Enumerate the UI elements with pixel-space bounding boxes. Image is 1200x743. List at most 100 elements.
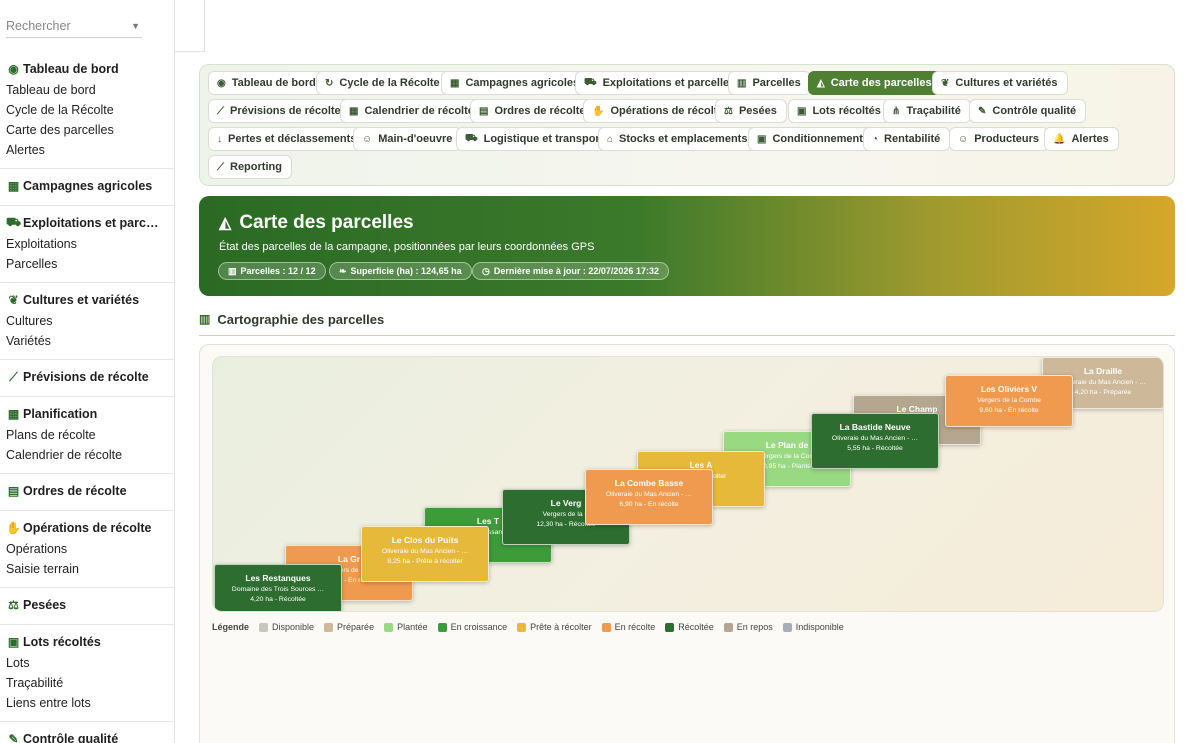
nav-button[interactable]: 🔔 Alertes xyxy=(1044,127,1119,151)
top-corner-panel xyxy=(175,0,205,52)
nav-button[interactable]: ⟋ Prévisions de récolte xyxy=(208,99,351,123)
nav-button[interactable]: ☺ Main-d'oeuvre xyxy=(353,127,463,151)
calendar-check-icon: ▦ xyxy=(349,105,359,117)
sidebar: Rechercher ▼ ◉ Tableau de bord Tableau de … xyxy=(0,0,175,743)
sidebar-group-header[interactable]: ✋ Opérations de récolte xyxy=(6,517,169,539)
parcel-name: Le Clos du Puits xyxy=(391,535,459,545)
sidebar-group-title: Pesées xyxy=(23,598,67,612)
nav-button[interactable]: ▥ Parcelles xyxy=(728,71,811,95)
sidebar-item[interactable]: Parcelles xyxy=(6,254,169,274)
nav-button[interactable]: ✎ Contrôle qualité xyxy=(969,99,1087,123)
sidebar-group-title: Cultures et variétés xyxy=(23,293,140,307)
sidebar-group-header[interactable]: ▣ Lots récoltés xyxy=(6,631,169,653)
sidebar-item[interactable]: Carte des parcelles xyxy=(6,120,169,140)
nav-button[interactable]: ▦ Calendrier de récolte xyxy=(340,99,484,123)
map-marked-icon: ◭ xyxy=(219,215,232,232)
sidebar-group-header[interactable]: ▦ Planification xyxy=(6,403,169,425)
nav-button[interactable]: ⛟ Logistique et transport xyxy=(456,127,614,151)
sidebar-group-header[interactable]: ▤ Ordres de récolte xyxy=(6,480,169,502)
sidebar-item[interactable]: Plans de récolte xyxy=(6,425,169,445)
parcel-info: 6,90 ha - En récolte xyxy=(619,501,679,508)
sidebar-group-title: Lots récoltés xyxy=(23,635,101,649)
nav-button[interactable]: ▣ Conditionnement xyxy=(748,127,873,151)
parcel-info: 9,60 ha - En récolte xyxy=(979,407,1039,414)
nav-button[interactable]: ◭ Carte des parcelles xyxy=(808,71,942,95)
legend-item: Prête à récolter xyxy=(517,622,592,632)
nav-button-label: Prévisions de récolte xyxy=(230,105,341,117)
sidebar-item[interactable]: Cultures xyxy=(6,311,169,331)
sidebar-item[interactable]: Cycle de la Récolte xyxy=(6,100,169,120)
sidebar-item[interactable]: Tableau de bord xyxy=(6,80,169,100)
leaf-icon: ❧ xyxy=(339,265,347,276)
sidebar-item[interactable]: Traçabilité xyxy=(6,673,169,693)
search-select[interactable]: Rechercher ▼ xyxy=(6,14,142,38)
sidebar-group-header[interactable]: ⛟ Exploitations et parc… xyxy=(6,212,169,234)
nav-button[interactable]: ⌂ Stocks et emplacements xyxy=(598,127,758,151)
sidebar-group: ⚖ Pesées xyxy=(0,588,174,625)
nav-button[interactable]: ◉ Tableau de bord xyxy=(208,71,326,95)
nav-button[interactable]: ◔ Rentabilité xyxy=(863,127,951,151)
sidebar-group: ▣ Lots récoltés Lots Traçabilité Liens entre… xyxy=(0,625,174,722)
legend-item: Récoltée xyxy=(665,622,714,632)
sidebar-item[interactable]: Lots xyxy=(6,653,169,673)
sidebar-group: ✋ Opérations de récolte Opérations Saisie t… xyxy=(0,511,174,588)
area-chip: ❧ Superficie (ha) : 124,65 ha xyxy=(329,262,472,280)
sidebar-item[interactable]: Exploitations xyxy=(6,234,169,254)
sidebar-item[interactable]: Liens entre lots xyxy=(6,693,169,713)
sidebar-group-header[interactable]: ✎ Contrôle qualité xyxy=(6,728,169,743)
nav-button[interactable]: ⛟ Exploitations et parcelles xyxy=(575,71,746,95)
sidebar-item[interactable]: Variétés xyxy=(6,331,169,351)
clipboard-check-icon: ▤ xyxy=(7,484,20,498)
legend-item: En repos xyxy=(723,622,773,632)
section-title: Cartographie des parcelles xyxy=(217,312,385,327)
nav-button-label: Cycle de la Récolte xyxy=(339,77,440,89)
nav-button-label: Calendrier de récolte xyxy=(364,105,474,117)
nav-button-label: Carte des parcelles xyxy=(830,77,932,89)
nav-button-label: Opérations de récolte xyxy=(610,105,724,117)
parcel-name: La Combe Basse xyxy=(614,478,684,488)
map-card: Le ChampEn reposLa DrailleOliveraie du M… xyxy=(199,344,1175,743)
parcel-marker[interactable]: La Bastide Neuve Oliveraie du Mas Ancien … xyxy=(811,413,939,469)
calendar-icon: ▦ xyxy=(7,179,20,193)
nav-button-label: Contrôle qualité xyxy=(992,105,1077,117)
sidebar-group-header[interactable]: ⚖ Pesées xyxy=(6,594,169,616)
page-subtitle: État des parcelles de la campagne, posit… xyxy=(219,241,595,253)
sidebar-group: ❦ Cultures et variétés Cultures Variétés xyxy=(0,283,174,360)
nav-button[interactable]: ▦ Campagnes agricoles xyxy=(441,71,590,95)
sidebar-group-header[interactable]: ◉ Tableau de bord xyxy=(6,58,169,80)
sidebar-item[interactable]: Opérations xyxy=(6,539,169,559)
nav-button[interactable]: ❦ Cultures et variétés xyxy=(932,71,1068,95)
chevron-down-icon[interactable]: ▼ xyxy=(131,21,140,31)
nav-button[interactable]: ⟋ Reporting xyxy=(208,155,292,179)
sidebar-group-header[interactable]: ⟋ Prévisions de récolte xyxy=(6,366,169,388)
sidebar-group-header[interactable]: ❦ Cultures et variétés xyxy=(6,289,169,311)
sync-icon: ↻ xyxy=(325,77,334,89)
chip-label: Dernière mise à jour : 22/07/2026 17:32 xyxy=(493,266,659,276)
parcel-marker[interactable]: Les Restanques Domaine des Trois Sources … xyxy=(214,564,342,611)
nav-button[interactable]: ▣ Lots récoltés xyxy=(788,99,891,123)
sidebar-item[interactable]: Calendrier de récolte xyxy=(6,445,169,465)
parcel-map[interactable]: Le ChampEn reposLa DrailleOliveraie du M… xyxy=(212,356,1164,612)
nav-button[interactable]: ✋ Opérations de récolte xyxy=(583,99,734,123)
legend-swatch xyxy=(782,622,792,632)
sidebar-item[interactable]: Alertes xyxy=(6,140,169,160)
nav-button[interactable]: ↓ Pertes et déclassements xyxy=(208,127,367,151)
bell-icon: 🔔 xyxy=(1053,133,1066,145)
parcel-marker[interactable]: Les Oliviers V Vergers de la Combe 9,60 ha… xyxy=(945,375,1073,427)
nav-button[interactable]: ☺ Producteurs xyxy=(949,127,1050,151)
nav-button[interactable]: ⋔ Traçabilité xyxy=(883,99,971,123)
sidebar-group-header[interactable]: ▦ Campagnes agricoles xyxy=(6,175,169,197)
legend-label: En croissance xyxy=(450,622,508,632)
chart-line-icon: ⟋ xyxy=(217,105,224,117)
parcel-marker[interactable]: La Combe Basse Oliveraie du Mas Ancien - … xyxy=(585,469,713,525)
nav-button[interactable]: ⚖ Pesées xyxy=(715,99,787,123)
nav-button[interactable]: ▤ Ordres de récolte xyxy=(470,99,596,123)
truck-icon: ⛟ xyxy=(465,132,478,144)
map-icon: ▥ xyxy=(737,77,747,89)
nav-button[interactable]: ↻ Cycle de la Récolte xyxy=(316,71,450,95)
sidebar-group-title: Ordres de récolte xyxy=(23,484,127,498)
nav-button-label: Parcelles xyxy=(752,77,801,89)
parcel-marker[interactable]: Le Clos du Puits Oliveraie du Mas Ancien … xyxy=(361,526,489,582)
map-icon: ▥ xyxy=(228,265,237,276)
sidebar-item[interactable]: Saisie terrain xyxy=(6,559,169,579)
